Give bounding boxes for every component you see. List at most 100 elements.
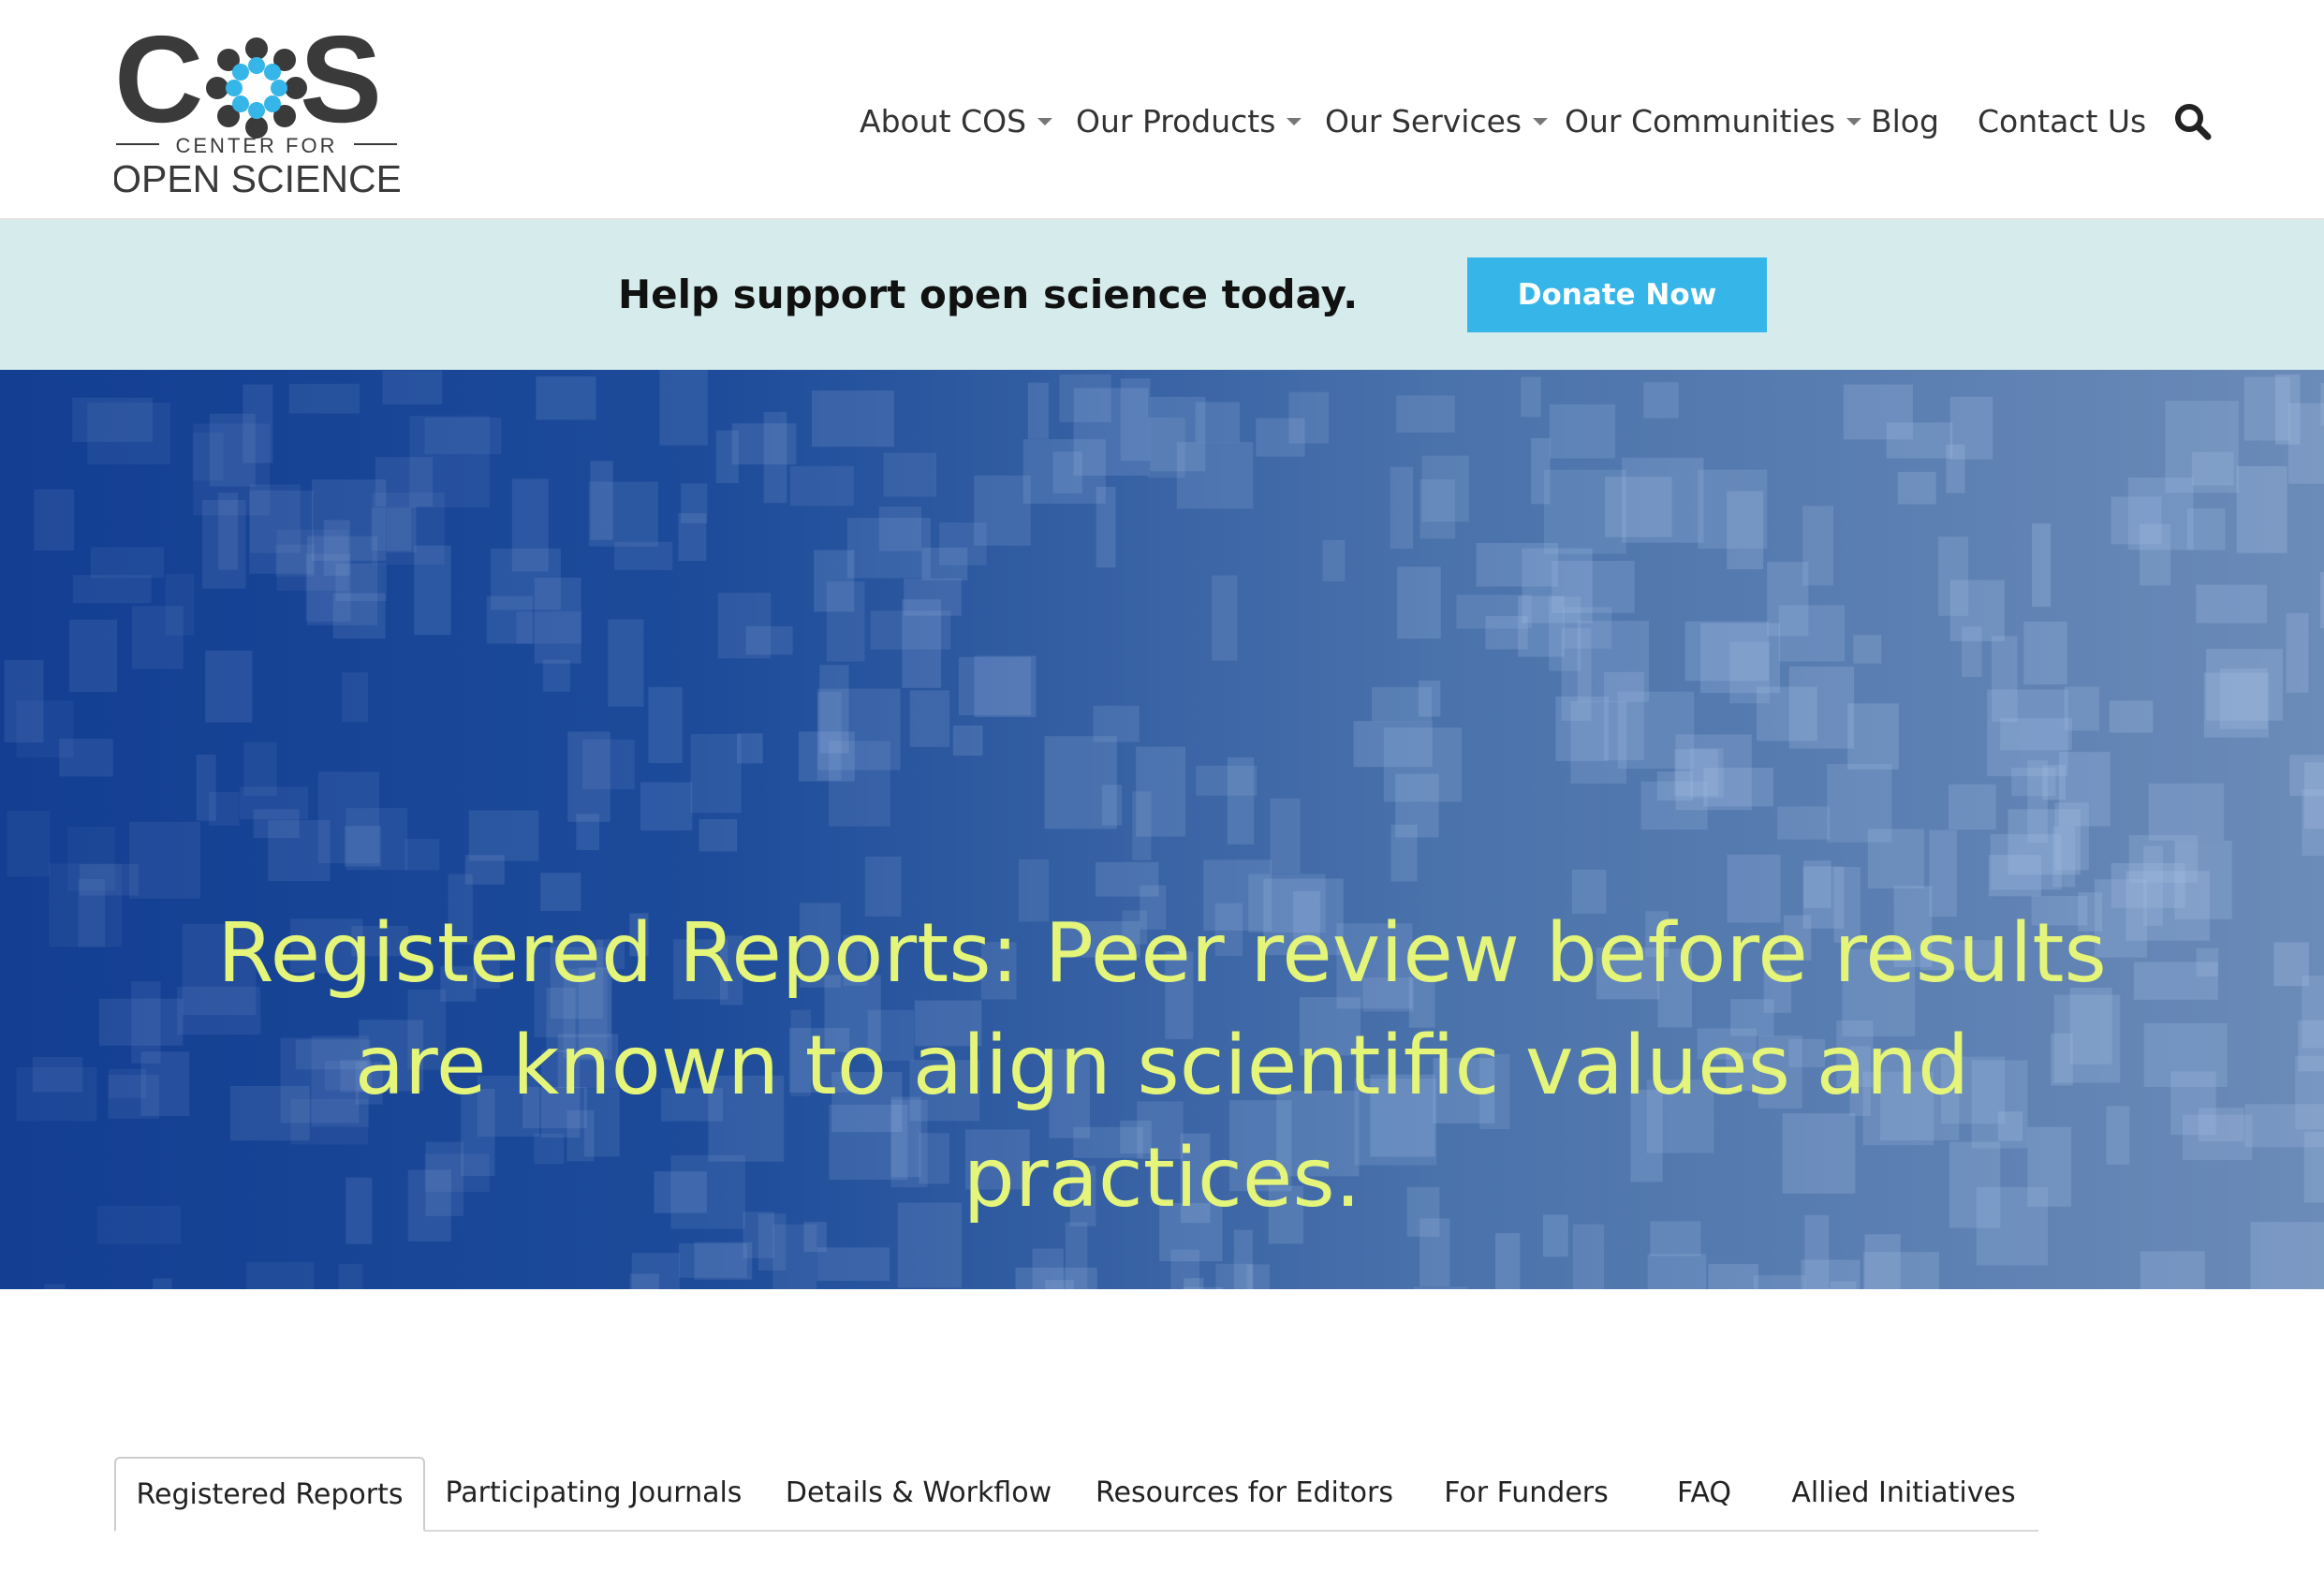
nav-item-label: Our Services [1325, 103, 1522, 139]
hero-pattern-block [952, 725, 983, 756]
hero-pattern-block [1196, 765, 1258, 796]
hero-pattern-block [2273, 942, 2309, 987]
hero-pattern-block [2128, 835, 2199, 883]
search-icon [2175, 104, 2212, 140]
main-nav: About COS Our Products Our Services Our … [0, 94, 2324, 150]
hero-pattern-block [883, 452, 936, 497]
hero-pattern-block [109, 1068, 147, 1098]
caret-down-icon [1287, 117, 1302, 125]
tab-details-workflow[interactable]: Details & Workflow [762, 1457, 1075, 1530]
hero-pattern-block [2243, 376, 2290, 441]
hero-pattern-block [153, 1278, 172, 1289]
hero-pattern-block [567, 731, 610, 822]
hero-pattern-block [1390, 466, 1414, 550]
hero-pattern-block [1989, 855, 2041, 897]
hero-pattern-block [491, 548, 561, 610]
nav-item-blog[interactable]: Blog [1871, 94, 1939, 150]
hero-pattern-block [1897, 472, 1936, 505]
tab-label: For Funders [1444, 1476, 1609, 1509]
hero-pattern-block [2236, 466, 2287, 553]
hero-pattern-block [1421, 455, 1470, 522]
hero-pattern-block [7, 810, 51, 877]
hero-pattern-block [1753, 1275, 1806, 1289]
hero-pattern-block [240, 786, 309, 819]
hero-pattern-block [72, 575, 152, 604]
hero-pattern-block [846, 518, 932, 579]
hero-pattern-block [1270, 798, 1301, 874]
tab-label: Allied Initiatives [1791, 1476, 2016, 1509]
hero-pattern-block [414, 545, 451, 636]
hero-pattern-block [904, 578, 962, 616]
hero-pattern-block [276, 529, 348, 591]
hero-pattern-block [208, 792, 240, 826]
hero-pattern-block [2320, 572, 2324, 628]
hero-pattern-block [1946, 444, 1965, 493]
hero-pattern-block [317, 771, 380, 864]
nav-item-our-services[interactable]: Our Services [1325, 94, 1549, 150]
hero-pattern-block [246, 1262, 314, 1289]
nav-item-label: Our Products [1076, 103, 1276, 139]
nav-item-label: Blog [1871, 103, 1939, 139]
hero-section: Registered Reports: Peer review before r… [0, 370, 2324, 1289]
search-button[interactable] [2172, 101, 2214, 142]
hero-pattern-block [2000, 718, 2072, 751]
tab-resources-for-editors[interactable]: Resources for Editors [1075, 1457, 1414, 1530]
hero-pattern-block [1136, 746, 1186, 837]
hero-pattern-block [1383, 727, 1462, 802]
hero-pattern-block [1853, 635, 1882, 664]
hero-pattern-block [342, 672, 368, 723]
hero-pattern-block [816, 1247, 890, 1282]
hero-pattern-block [1246, 1264, 1270, 1289]
nav-item-about-cos[interactable]: About COS [860, 94, 1053, 150]
tab-allied-initiatives[interactable]: Allied Initiatives [1770, 1457, 2037, 1530]
hero-pattern-block [1052, 451, 1082, 493]
hero-pattern-block [1847, 703, 1899, 770]
nav-item-our-communities[interactable]: Our Communities [1565, 94, 1862, 150]
nav-item-contact-us[interactable]: Contact Us [1978, 94, 2146, 150]
hero-pattern-block [2182, 1114, 2253, 1161]
hero-pattern-block [1729, 641, 1770, 704]
hero-pattern-block [1170, 1249, 1200, 1289]
hero-pattern-block [1698, 469, 1768, 549]
tab-registered-reports[interactable]: Registered Reports [114, 1457, 425, 1532]
hero-pattern-block [1396, 395, 1455, 433]
hero-pattern-block [699, 818, 738, 852]
hero-pattern-block [1867, 829, 1924, 888]
hero-pattern-block [44, 1284, 66, 1289]
hero-pattern-block [588, 481, 658, 547]
hero-pattern-block [1414, 1286, 1468, 1289]
hero-pattern-block [2289, 755, 2324, 797]
hero-pattern-block [731, 423, 797, 465]
hero-pattern-block [32, 1057, 83, 1093]
hero-pattern-block [1886, 422, 1953, 459]
hero-pattern-block [2052, 826, 2076, 888]
hero-pattern-block [909, 690, 950, 747]
hero-pattern-block [1647, 1254, 1707, 1289]
hero-pattern-block [288, 383, 360, 414]
hero-pattern-block [1604, 671, 1644, 760]
hero-pattern-block [659, 370, 708, 446]
tab-faq[interactable]: FAQ [1639, 1457, 1770, 1530]
tab-participating-journals[interactable]: Participating Journals [425, 1457, 762, 1530]
hero-pattern-block [1495, 1233, 1521, 1289]
hero-pattern-block [1549, 404, 1616, 459]
hero-pattern-block [542, 659, 570, 692]
hero-pattern-block [78, 878, 106, 947]
tab-for-funders[interactable]: For Funders [1414, 1457, 1639, 1530]
hero-title: Registered Reports: Peer review before r… [217, 905, 2107, 1226]
hero-pattern-block [1096, 486, 1116, 568]
hero-pattern-block [1708, 1264, 1758, 1289]
nav-item-label: Our Communities [1565, 103, 1836, 139]
nav-item-our-products[interactable]: Our Products [1076, 94, 1302, 150]
hero-pattern-block [1059, 374, 1111, 422]
tab-label: Registered Reports [136, 1478, 404, 1511]
tab-label: Resources for Editors [1096, 1476, 1393, 1509]
hero-pattern-block [2287, 403, 2324, 484]
donate-now-button[interactable]: Donate Now [1467, 257, 1767, 332]
hero-pattern-block [608, 619, 644, 707]
hero-pattern-block [468, 810, 539, 861]
hero-pattern-block [2023, 622, 2067, 685]
hero-pattern-block [1120, 378, 1151, 462]
hero-pattern-block [2186, 508, 2226, 551]
hero-pattern-block [690, 734, 742, 814]
